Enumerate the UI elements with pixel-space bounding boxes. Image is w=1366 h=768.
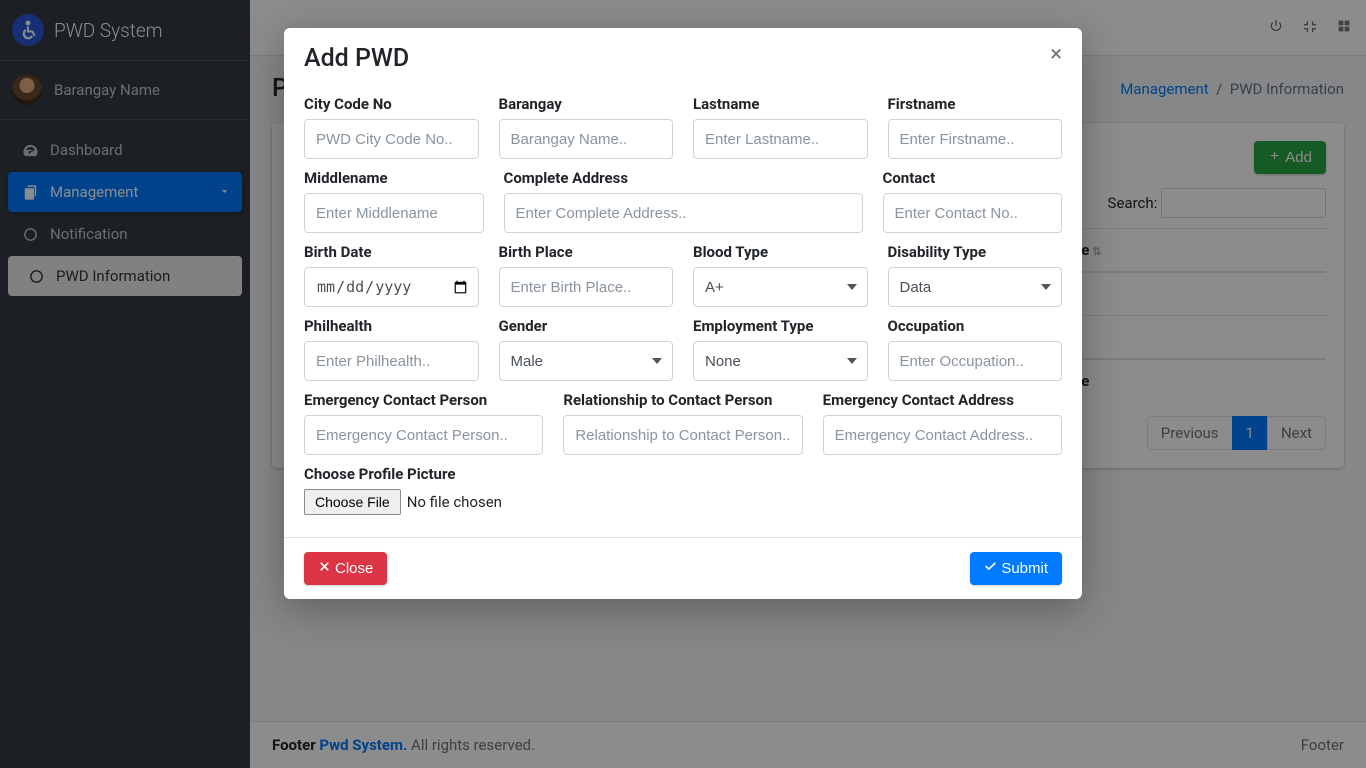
label-barangay: Barangay: [499, 95, 674, 113]
close-icon: [318, 560, 331, 577]
label-lastname: Lastname: [693, 95, 868, 113]
emergency-address-input[interactable]: [823, 415, 1062, 455]
city-code-input[interactable]: [304, 119, 479, 159]
lastname-input[interactable]: [693, 119, 868, 159]
emergency-person-input[interactable]: [304, 415, 543, 455]
label-complete-address: Complete Address: [504, 169, 863, 187]
label-philhealth: Philhealth: [304, 317, 479, 335]
label-profile-pic: Choose Profile Picture: [304, 465, 554, 483]
close-icon[interactable]: ×: [1050, 44, 1062, 66]
contact-input[interactable]: [883, 193, 1063, 233]
choose-file-button[interactable]: Choose File: [304, 489, 401, 515]
label-employment-type: Employment Type: [693, 317, 868, 335]
occupation-input[interactable]: [888, 341, 1063, 381]
label-contact: Contact: [883, 169, 1063, 187]
employment-type-select[interactable]: None: [693, 341, 868, 381]
label-firstname: Firstname: [888, 95, 1063, 113]
label-middlename: Middlename: [304, 169, 484, 187]
birth-place-input[interactable]: [499, 267, 674, 307]
submit-button-label: Submit: [1001, 560, 1048, 577]
label-blood-type: Blood Type: [693, 243, 868, 261]
barangay-input[interactable]: [499, 119, 674, 159]
disability-type-select[interactable]: Data: [888, 267, 1063, 307]
check-icon: [984, 560, 997, 577]
label-disability-type: Disability Type: [888, 243, 1063, 261]
label-relationship: Relationship to Contact Person: [563, 391, 802, 409]
firstname-input[interactable]: [888, 119, 1063, 159]
label-birth-date: Birth Date: [304, 243, 479, 261]
gender-select[interactable]: Male: [499, 341, 674, 381]
label-occupation: Occupation: [888, 317, 1063, 335]
close-button[interactable]: Close: [304, 552, 387, 585]
add-pwd-modal: Add PWD × City Code No Barangay Lastname: [284, 28, 1082, 599]
birth-date-input[interactable]: [304, 267, 479, 307]
modal-backdrop[interactable]: Add PWD × City Code No Barangay Lastname: [0, 0, 1366, 768]
close-button-label: Close: [335, 560, 373, 577]
file-name: No file chosen: [407, 493, 502, 511]
submit-button[interactable]: Submit: [970, 552, 1062, 585]
blood-type-select[interactable]: A+: [693, 267, 868, 307]
label-birth-place: Birth Place: [499, 243, 674, 261]
label-gender: Gender: [499, 317, 674, 335]
complete-address-input[interactable]: [504, 193, 863, 233]
philhealth-input[interactable]: [304, 341, 479, 381]
relationship-input[interactable]: [563, 415, 802, 455]
label-emergency-person: Emergency Contact Person: [304, 391, 543, 409]
label-emergency-address: Emergency Contact Address: [823, 391, 1062, 409]
middlename-input[interactable]: [304, 193, 484, 233]
modal-title: Add PWD: [304, 44, 409, 73]
label-city-code: City Code No: [304, 95, 479, 113]
